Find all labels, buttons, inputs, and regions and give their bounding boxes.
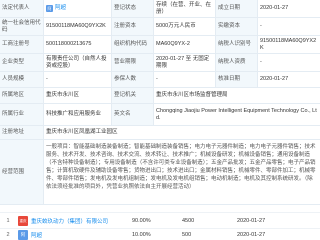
paid-in-capital-value: - [258,18,320,36]
org-code-value: MA60Q9YX-2 [154,36,216,54]
taxpayer-id-label: 纳税人识别号 [216,36,258,54]
industry-value: 科技推广和应用服务业 [44,104,112,126]
business-term-label: 营业期限 [112,54,154,72]
registration-status-label: 登记状态 [112,0,154,18]
business-scope-value: 一般项目：智能基础制造装备制造；智能基础制造装备销售；电力电子元器件制造；电力电… [44,140,320,205]
approval-date-label: 核准日期 [216,72,258,88]
shareholder-index: 2 [0,229,16,240]
shareholder-ratio: 10.00% [130,229,180,240]
industry-label: 所属行业 [0,104,44,126]
shareholder-name-link[interactable]: 重庆蛟玖动力（集团）有限公司 [31,217,108,225]
shareholder-index: 1 [0,213,16,229]
english-name-label: 英文名 [112,104,154,126]
org-code-label: 组织机构代码 [112,36,154,54]
region-label: 所属地区 [0,88,44,104]
legal-representative-avatar-icon[interactable]: 阿 [46,5,53,12]
approval-date-value: 2020-01-27 [258,72,320,88]
company-info-table: 法定代表人 阿 阿超 登记状态 存续（在营、开业、在册） 成立日期 2020-0… [0,0,320,205]
insured-count-label: 参保人数 [112,72,154,88]
company-type-label: 企业类型 [0,54,44,72]
registration-status-value: 存续（在营、开业、在册） [154,0,216,18]
registered-capital-value: 5000万元人民币 [154,18,216,36]
address-value: 重庆市永川区凤凰湖工业园区 [44,126,320,140]
established-date-value: 2020-01-27 [258,0,320,18]
paid-in-capital-label: 实缴资本 [216,18,258,36]
taxpayer-qualification-value: - [258,54,320,72]
company-type-value: 有限责任公司（自然人投资或控股） [44,54,112,72]
taxpayer-qualification-label: 纳税人资质 [216,54,258,72]
registration-authority-value: 重庆市永川区市场监督管理局 [154,88,320,104]
region-value: 重庆市永川区 [44,88,112,104]
insured-count-value: - [154,72,216,88]
credit-code-label: 统一社会信用代码 [0,18,44,36]
registered-capital-label: 注册资本 [112,18,154,36]
business-reg-no-value: 500118000213675 [44,36,112,54]
staff-size-value: - [44,72,112,88]
credit-code-value: 91500118MA60Q9YX2K [44,18,112,36]
english-name-value: Chongqing Jiaojiu Power Intelligent Equi… [154,104,320,126]
registration-authority-label: 登记机关 [112,88,154,104]
shareholder-amount: 500 [180,229,235,240]
established-date-label: 成立日期 [216,0,258,18]
shareholder-date: 2020-01-27 [235,229,320,240]
address-label: 注册地址 [0,126,44,140]
legal-representative-value[interactable]: 阿 阿超 [44,0,112,18]
shareholder-amount: 4500 [180,213,235,229]
shareholder-ratio: 90.00% [130,213,180,229]
business-term-value: 2020-01-27 至 无固定期限 [154,54,216,72]
shareholder-name-link[interactable]: 阿超 [31,231,42,239]
shareholder-name-cell[interactable]: 重庆 重庆蛟玖动力（集团）有限公司 [16,213,130,229]
legal-representative-label: 法定代表人 [0,0,44,18]
company-logo-icon[interactable]: 重庆 [18,215,28,226]
legal-representative-name-link[interactable]: 阿超 [55,5,66,12]
shareholder-date: 2020-01-27 [235,213,320,229]
taxpayer-id-value: 91500118MA60Q9YX2K [258,36,320,54]
business-reg-no-label: 工商注册号 [0,36,44,54]
person-avatar-icon[interactable]: 阿 [18,229,28,240]
business-scope-label: 经营范围 [0,140,44,205]
shareholder-name-cell[interactable]: 阿 阿超 [16,229,130,240]
shareholder-table: 1 重庆 重庆蛟玖动力（集团）有限公司 90.00% 4500 2020-01-… [0,212,320,240]
staff-size-label: 人员规模 [0,72,44,88]
